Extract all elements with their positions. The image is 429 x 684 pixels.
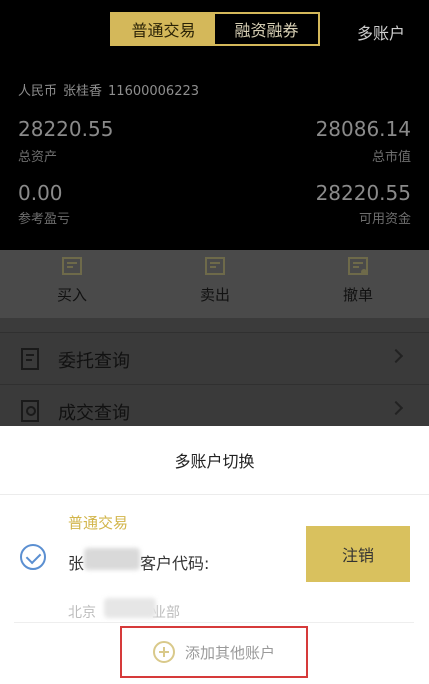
tab-margin-trade[interactable]: 融资融券: [215, 14, 318, 44]
plus-circle-icon: [152, 641, 175, 663]
sheet-title: 多账户切换: [174, 452, 255, 471]
check-icon[interactable]: [20, 544, 46, 570]
market-value-label: 总市值: [371, 150, 411, 165]
cancel-order-icon: [348, 257, 368, 275]
divider: [0, 494, 429, 495]
branch-prefix: 北京: [68, 605, 96, 621]
sell-label: 卖出: [199, 286, 230, 304]
account-number: 11600006223: [108, 84, 200, 99]
add-account-label: 添加其他账户: [184, 643, 275, 662]
app-screen: 普通交易 融资融券 多账户 人民币 张桂香 11600006223 28220.55…: [0, 0, 429, 684]
order-query-label: 委托查询: [58, 351, 130, 372]
multi-account-button[interactable]: 多账户: [357, 20, 405, 44]
trade-query-label: 成交查询: [58, 403, 130, 424]
chevron-right-icon: [388, 400, 404, 416]
tab-normal-trade[interactable]: 普通交易: [112, 14, 215, 44]
trade-mode-switch: 普通交易 融资融券: [110, 12, 320, 46]
sell-icon: [205, 257, 225, 275]
chevron-right-icon: [388, 348, 404, 364]
cancel-order-label: 撤单: [342, 286, 373, 304]
account-type-label: 普通交易: [68, 514, 129, 532]
cancel-order-button[interactable]: 撤单: [318, 256, 398, 305]
add-account-button[interactable]: 添加其他账户: [120, 626, 308, 678]
buy-label: 买入: [56, 286, 87, 304]
trade-query-icon: [21, 400, 39, 422]
account-info: 人民币 张桂香 11600006223: [18, 80, 205, 99]
account-switch-sheet: 多账户切换 普通交易 张 客户代码: 北京 业部 注销 添加其他账户: [0, 426, 429, 684]
customer-code-label: 客户代码:: [140, 554, 210, 573]
branch-suffix: 业部: [152, 605, 180, 621]
market-value: 28086.14: [315, 117, 411, 141]
available-funds-label: 可用资金: [358, 212, 411, 227]
divider: [14, 622, 414, 623]
holder-name-prefix: 张: [68, 554, 85, 573]
redaction-blur: [84, 548, 140, 570]
logout-button[interactable]: 注销: [306, 526, 410, 582]
total-assets-value: 28220.55: [18, 117, 114, 141]
account-header: 普通交易 融资融券 多账户 人民币 张桂香 11600006223 28220.55…: [0, 0, 429, 250]
sell-button[interactable]: 卖出: [175, 256, 255, 305]
buy-button[interactable]: 买入: [32, 256, 112, 305]
available-funds-value: 28220.55: [315, 181, 411, 205]
account-holder: 张桂香: [63, 84, 103, 99]
ref-pnl-value: 0.00: [18, 181, 63, 205]
currency-label: 人民币: [18, 84, 58, 99]
redaction-blur: [104, 598, 156, 618]
menu-item-order-query[interactable]: 委托查询: [0, 332, 429, 384]
total-assets-label: 总资产: [18, 150, 58, 165]
order-query-icon: [21, 348, 39, 370]
buy-icon: [62, 257, 82, 275]
ref-pnl-label: 参考盈亏: [18, 212, 71, 227]
